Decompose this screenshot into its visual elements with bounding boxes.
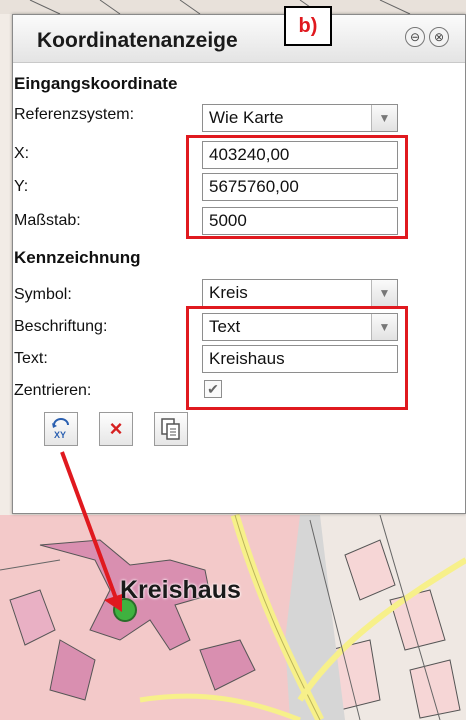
- annotation-arrow: [60, 451, 122, 612]
